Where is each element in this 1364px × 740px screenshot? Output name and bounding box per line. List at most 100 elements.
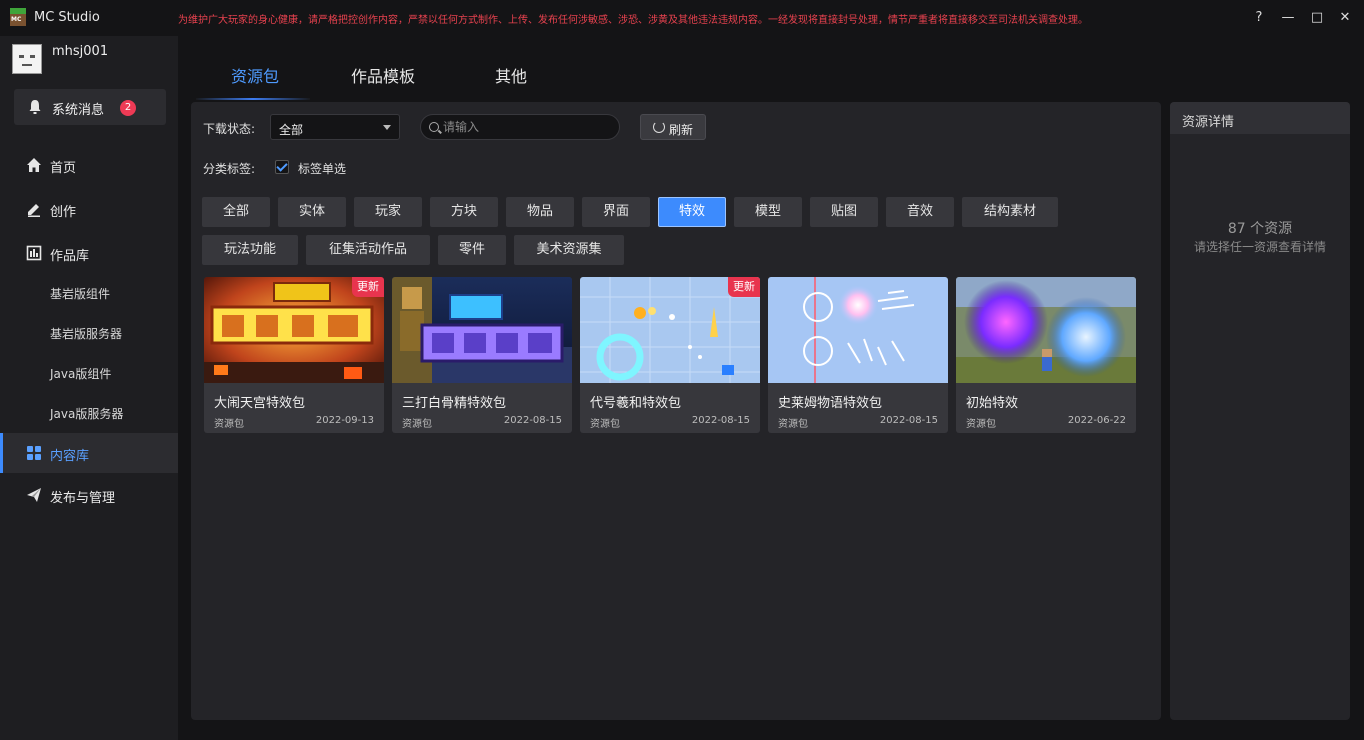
download-status-label: 下载状态: bbox=[203, 122, 256, 136]
card-thumbnail bbox=[956, 277, 1136, 383]
tag-structure[interactable]: 结构素材 bbox=[962, 197, 1058, 227]
sidebar-item-label: Java版组件 bbox=[50, 367, 112, 381]
card-type: 资源包 bbox=[214, 419, 244, 430]
tag-sound[interactable]: 音效 bbox=[886, 197, 954, 227]
card-date: 2022-08-15 bbox=[503, 415, 562, 426]
category-label: 分类标签: bbox=[203, 162, 256, 176]
card-title: 初始特效 bbox=[966, 396, 1019, 411]
sidebar-item-bedrock-addons[interactable]: 基岩版组件 bbox=[0, 273, 178, 313]
maximize-icon: □ bbox=[1310, 10, 1324, 25]
resource-detail-panel: 资源详情 87 个资源 请选择任一资源查看详情 bbox=[1170, 102, 1350, 720]
card-date: 2022-09-13 bbox=[315, 415, 374, 426]
sidebar-item-home[interactable]: 首页 bbox=[0, 145, 178, 185]
detail-hint: 请选择任一资源查看详情 bbox=[1193, 240, 1326, 254]
chevron-down-icon bbox=[383, 125, 391, 130]
card-type: 资源包 bbox=[590, 419, 620, 430]
tag-parts[interactable]: 零件 bbox=[438, 235, 506, 265]
sidebar-item-label: 基岩版组件 bbox=[50, 287, 111, 301]
sidebar-item-bedrock-servers[interactable]: 基岩版服务器 bbox=[0, 313, 178, 353]
sidebar-item-label: 作品库 bbox=[50, 249, 90, 264]
card-date: 2022-08-15 bbox=[691, 415, 750, 426]
close-icon: ✕ bbox=[1339, 10, 1351, 25]
sidebar-item-library[interactable]: 作品库 bbox=[0, 233, 178, 273]
card-type: 资源包 bbox=[966, 419, 996, 430]
home-icon bbox=[27, 158, 41, 172]
resource-card[interactable]: 更新 代号羲和特效包 资源包 2022-08-15 bbox=[580, 277, 760, 433]
card-thumbnail bbox=[768, 277, 948, 383]
download-status-select[interactable]: 全部 bbox=[270, 114, 400, 140]
card-title: 代号羲和特效包 bbox=[590, 396, 682, 411]
tab-work-template[interactable]: 作品模板 bbox=[351, 63, 415, 87]
resource-card[interactable]: 更新 大闹天宫特效包 资源包 2022-09-13 bbox=[204, 277, 384, 433]
sidebar-item-create[interactable]: 创作 bbox=[0, 189, 178, 229]
maximize-button[interactable]: □ bbox=[1307, 8, 1327, 28]
system-message-label: 系统消息 bbox=[52, 103, 105, 118]
tag-block[interactable]: 方块 bbox=[430, 197, 498, 227]
tag-item[interactable]: 物品 bbox=[506, 197, 574, 227]
tag-player[interactable]: 玩家 bbox=[354, 197, 422, 227]
avatar[interactable] bbox=[12, 44, 42, 74]
tag-entity[interactable]: 实体 bbox=[278, 197, 346, 227]
tag-ui[interactable]: 界面 bbox=[582, 197, 650, 227]
tag-art-collection[interactable]: 美术资源集 bbox=[514, 235, 624, 265]
content-panel: 下载状态: 全部 刷新 分类标签: 标签单选 全部 实体 玩家 方块 物品 界面… bbox=[191, 102, 1161, 720]
tag-event-works[interactable]: 征集活动作品 bbox=[306, 235, 430, 265]
send-icon bbox=[27, 488, 41, 502]
username: mhsj001 bbox=[52, 44, 109, 59]
tab-resource-pack[interactable]: 资源包 bbox=[231, 63, 279, 87]
resource-count: 87 个资源 bbox=[1227, 221, 1293, 237]
library-icon bbox=[26, 245, 42, 261]
content-notice: 为维护广大玩家的身心健康，请严格把控创作内容，严禁以任何方式制作、上传、发布任何… bbox=[178, 15, 1088, 26]
tag-model[interactable]: 模型 bbox=[734, 197, 802, 227]
sidebar-item-label: 创作 bbox=[50, 205, 77, 220]
detail-title: 资源详情 bbox=[1182, 115, 1235, 130]
bell-icon bbox=[29, 100, 41, 114]
single-select-checkbox[interactable] bbox=[275, 160, 289, 174]
minimize-button[interactable]: — bbox=[1278, 8, 1298, 28]
tab-other[interactable]: 其他 bbox=[495, 63, 527, 87]
download-status-value: 全部 bbox=[279, 123, 304, 137]
card-title: 三打白骨精特效包 bbox=[402, 396, 507, 411]
card-title: 大闹天宫特效包 bbox=[214, 396, 306, 411]
update-badge: 更新 bbox=[728, 277, 760, 297]
search-box[interactable] bbox=[420, 114, 620, 140]
card-date: 2022-08-15 bbox=[879, 415, 938, 426]
resource-card[interactable]: 三打白骨精特效包 资源包 2022-08-15 bbox=[392, 277, 572, 433]
card-date: 2022-06-22 bbox=[1067, 415, 1126, 426]
detail-header: 资源详情 bbox=[1170, 102, 1350, 134]
sidebar-item-publish[interactable]: 发布与管理 bbox=[0, 475, 178, 515]
system-message-button[interactable]: 系统消息 2 bbox=[14, 89, 166, 125]
search-input[interactable] bbox=[443, 119, 613, 135]
pen-icon bbox=[28, 204, 40, 217]
sidebar-item-label: 基岩版服务器 bbox=[50, 327, 123, 341]
sidebar-item-label: Java版服务器 bbox=[50, 407, 124, 421]
help-icon: ? bbox=[1255, 10, 1263, 25]
refresh-button[interactable]: 刷新 bbox=[640, 114, 706, 140]
sidebar-item-label: 发布与管理 bbox=[50, 491, 116, 506]
refresh-label: 刷新 bbox=[669, 123, 694, 137]
update-badge: 更新 bbox=[352, 277, 384, 297]
single-select-label: 标签单选 bbox=[298, 162, 347, 176]
sidebar-item-label: 首页 bbox=[50, 161, 77, 176]
refresh-icon bbox=[653, 121, 665, 133]
help-button[interactable]: ? bbox=[1249, 8, 1269, 28]
sidebar: mhsj001 系统消息 2 首页 创作 作品库 基岩版组件 基岩版服务器 Ja… bbox=[0, 36, 178, 740]
card-thumbnail bbox=[392, 277, 572, 383]
app-title: MC Studio bbox=[34, 10, 100, 25]
tag-effects[interactable]: 特效 bbox=[658, 197, 726, 227]
sidebar-item-java-addons[interactable]: Java版组件 bbox=[0, 353, 178, 393]
sidebar-item-java-servers[interactable]: Java版服务器 bbox=[0, 393, 178, 433]
search-icon bbox=[429, 122, 439, 132]
resource-card[interactable]: 初始特效 资源包 2022-06-22 bbox=[956, 277, 1136, 433]
card-title: 史莱姆物语特效包 bbox=[778, 396, 883, 411]
mc-studio-logo-icon: MC bbox=[10, 8, 26, 26]
tag-texture[interactable]: 贴图 bbox=[810, 197, 878, 227]
resource-card[interactable]: 史莱姆物语特效包 资源包 2022-08-15 bbox=[768, 277, 948, 433]
tag-all[interactable]: 全部 bbox=[202, 197, 270, 227]
title-bar: MC MC Studio 为维护广大玩家的身心健康，请严格把控创作内容，严禁以任… bbox=[0, 0, 1364, 36]
card-type: 资源包 bbox=[402, 419, 432, 430]
minimize-icon: — bbox=[1281, 10, 1295, 25]
sidebar-item-content-library[interactable]: 内容库 bbox=[0, 433, 178, 473]
tag-gameplay[interactable]: 玩法功能 bbox=[202, 235, 298, 265]
close-button[interactable]: ✕ bbox=[1335, 8, 1355, 28]
